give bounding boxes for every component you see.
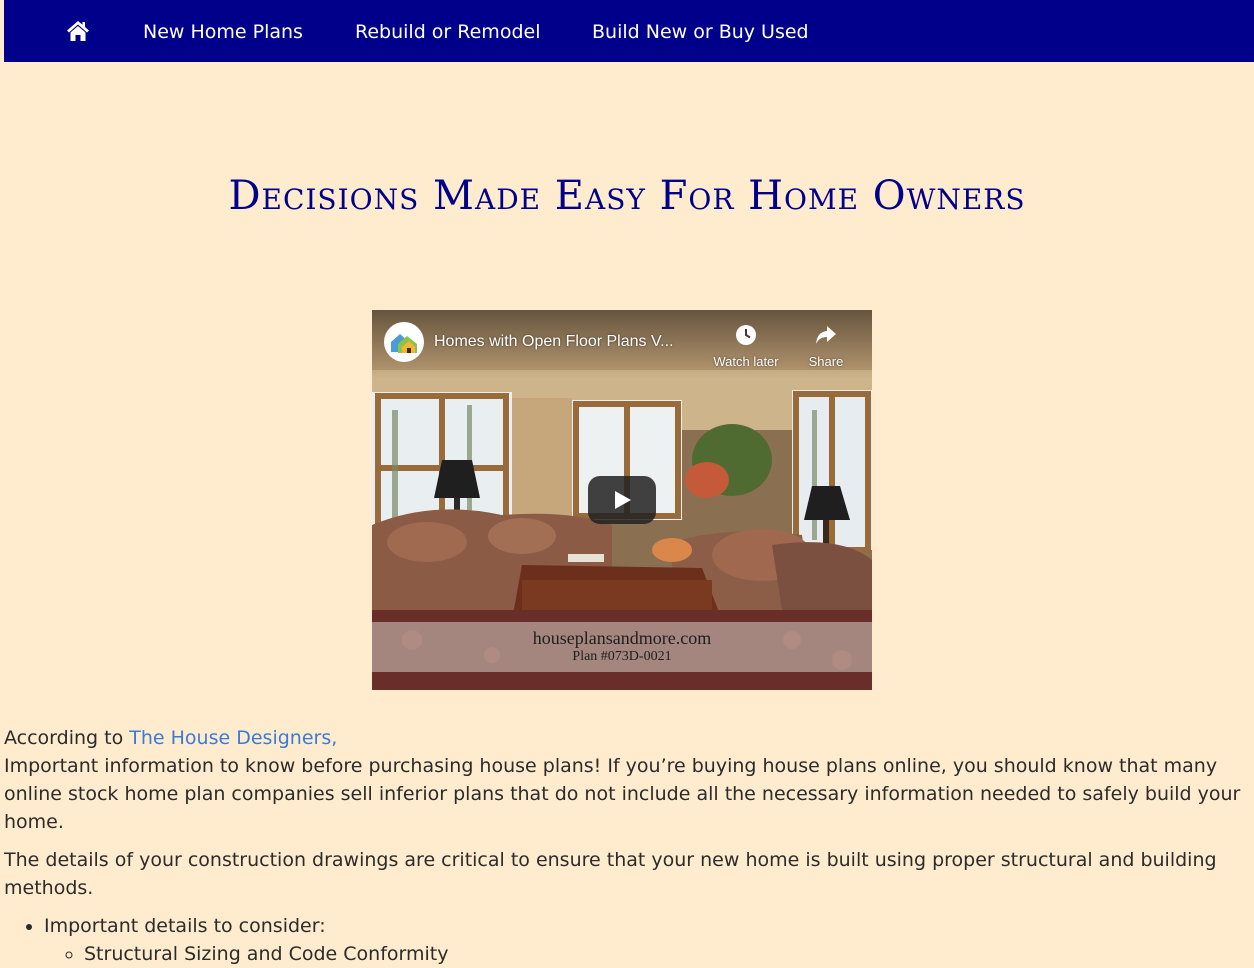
list-item: Important details to consider: Structura… [44,912,1250,968]
article-body: According to The House Designers, Import… [4,724,1250,968]
watch-later-button[interactable]: Watch later [710,322,782,372]
home-icon[interactable] [66,20,90,42]
video-caption: houseplansandmore.com Plan #073D-0021 [372,628,872,666]
details-list: Important details to consider: Structura… [4,912,1250,968]
video-title[interactable]: Homes with Open Floor Plans V... [434,332,704,352]
channel-logo-icon[interactable] [384,322,424,362]
share-button[interactable]: Share [790,322,862,372]
top-navbar: New Home Plans Rebuild or Remodel Build … [4,0,1254,62]
nav-link-rebuild-or-remodel[interactable]: Rebuild or Remodel [355,20,540,44]
share-label: Share [808,354,844,369]
share-arrow-icon [790,322,862,348]
nav-link-new-home-plans[interactable]: New Home Plans [143,20,303,44]
sub-list: Structural Sizing and Code Conformity [44,940,1250,968]
play-icon[interactable] [588,476,656,524]
clock-icon [710,322,782,348]
caption-line-1: houseplansandmore.com [532,628,712,648]
sub-list-item: Structural Sizing and Code Conformity [84,940,1250,968]
list-heading: Important details to consider: [44,915,326,937]
paragraph-2: The details of your construction drawing… [4,849,1217,899]
caption-line-2: Plan #073D-0021 [572,649,672,664]
nav-link-build-new-or-buy-used[interactable]: Build New or Buy Used [592,20,809,44]
paragraph-1: Important information to know before pur… [4,755,1241,833]
video-embed[interactable]: Homes with Open Floor Plans V... Watch l… [372,310,872,690]
page-title: Decisions Made Easy For Home Owners [228,173,1026,219]
intro-line: According to The House Designers, [4,724,1250,752]
house-designers-link[interactable]: The House Designers, [129,727,337,749]
watch-later-label: Watch later [713,354,779,369]
intro-prefix: According to [4,727,130,749]
